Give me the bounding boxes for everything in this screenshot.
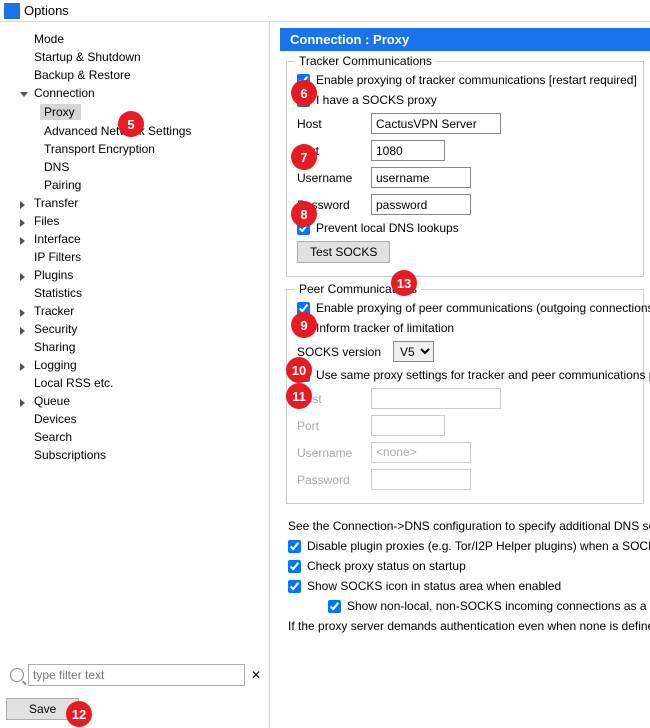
nav-files[interactable]: Files — [14, 212, 265, 230]
nav-queue[interactable]: Queue — [14, 392, 265, 410]
lbl-socks-ver: SOCKS version — [297, 345, 381, 359]
callout-9: 9 — [291, 312, 317, 338]
filter-row: ✕ — [4, 658, 265, 692]
nav-transfer[interactable]: Transfer — [14, 194, 265, 212]
nav-security[interactable]: Security — [14, 320, 265, 338]
extra-section: See the Connection->DNS configuration to… — [280, 516, 650, 636]
peer-group: Peer Communications Enable proxying of p… — [286, 289, 644, 504]
nav-plugins[interactable]: Plugins — [14, 266, 265, 284]
titlebar: Options — [0, 0, 650, 22]
lbl-username: Username — [297, 171, 365, 185]
nav-devices[interactable]: Devices — [14, 410, 265, 428]
callout-8: 8 — [291, 201, 317, 227]
app-icon — [4, 3, 20, 19]
callout-5: 5 — [118, 111, 144, 137]
nav-startup[interactable]: Startup & Shutdown — [14, 48, 265, 66]
callout-11: 11 — [286, 383, 312, 409]
nav-search[interactable]: Search — [14, 428, 265, 446]
chk-disable-plugin[interactable] — [288, 540, 301, 553]
chk-show-nonlocal[interactable] — [328, 600, 341, 613]
lbl-check-startup: Check proxy status on startup — [307, 559, 466, 573]
tracker-group: Tracker Communications Enable proxying o… — [286, 61, 644, 277]
lbl-show-icon: Show SOCKS icon in status area when enab… — [307, 579, 561, 593]
nav-connection[interactable]: Connection — [14, 84, 265, 102]
nav-dns[interactable]: DNS — [14, 158, 265, 176]
tracker-group-title: Tracker Communications — [295, 54, 436, 68]
filter-input[interactable] — [28, 664, 245, 686]
callout-13: 13 — [391, 270, 417, 296]
nav-interface[interactable]: Interface — [14, 230, 265, 248]
lbl-enable-peer-proxy: Enable proxying of peer communications (… — [316, 301, 650, 315]
select-socks-ver[interactable]: V5 — [393, 341, 434, 362]
input-username[interactable] — [371, 167, 471, 188]
page-title: Connection : Proxy — [280, 28, 650, 51]
input-password[interactable] — [371, 194, 471, 215]
nav-backup[interactable]: Backup & Restore — [14, 66, 265, 84]
window-title: Options — [24, 3, 69, 18]
nav-pairing[interactable]: Pairing — [14, 176, 265, 194]
note-auth: If the proxy server demands authenticati… — [288, 616, 642, 636]
content-pane: Connection : Proxy Tracker Communication… — [270, 22, 650, 728]
lbl-enable-tracker-proxy: Enable proxying of tracker communication… — [316, 73, 637, 87]
callout-6: 6 — [291, 80, 317, 106]
lbl-disable-plugin: Disable plugin proxies (e.g. Tor/I2P Hel… — [307, 539, 650, 553]
test-socks-button[interactable]: Test SOCKS — [297, 241, 390, 263]
nav-tracker[interactable]: Tracker — [14, 302, 265, 320]
nav-transport-enc[interactable]: Transport Encryption — [14, 140, 265, 158]
callout-10: 10 — [286, 357, 312, 383]
lbl-have-socks: I have a SOCKS proxy — [316, 93, 437, 107]
nav-subscriptions[interactable]: Subscriptions — [14, 446, 265, 464]
lbl-same-settings: Use same proxy settings for tracker and … — [316, 368, 650, 382]
nav-ipfilters[interactable]: IP Filters — [14, 248, 265, 266]
chk-show-icon[interactable] — [288, 580, 301, 593]
nav-mode[interactable]: Mode — [14, 30, 265, 48]
nav-localrss[interactable]: Local RSS etc. — [14, 374, 265, 392]
input-peer-user: <none> — [371, 442, 471, 463]
note-dns: See the Connection->DNS configuration to… — [288, 516, 642, 536]
lbl-peer-user: Username — [297, 446, 365, 460]
chk-check-startup[interactable] — [288, 560, 301, 573]
callout-12: 12 — [66, 701, 92, 727]
input-port[interactable] — [371, 140, 445, 161]
clear-filter-icon[interactable]: ✕ — [249, 668, 263, 682]
lbl-host: Host — [297, 117, 365, 131]
nav-proxy-label: Proxy — [40, 104, 81, 120]
input-peer-pass — [371, 469, 471, 490]
input-peer-port — [371, 415, 445, 436]
search-icon — [10, 668, 24, 682]
nav-statistics[interactable]: Statistics — [14, 284, 265, 302]
nav-logging[interactable]: Logging — [14, 356, 265, 374]
lbl-prevent-dns: Prevent local DNS lookups — [316, 221, 459, 235]
nav-sharing[interactable]: Sharing — [14, 338, 265, 356]
lbl-show-nonlocal: Show non-local, non-SOCKS incoming conne… — [347, 599, 647, 613]
lbl-peer-pass: Password — [297, 473, 365, 487]
input-peer-host — [371, 388, 501, 409]
lbl-inform-tracker: Inform tracker of limitation — [316, 321, 454, 335]
callout-7: 7 — [291, 144, 317, 170]
main: Mode Startup & Shutdown Backup & Restore… — [0, 22, 650, 728]
input-host[interactable] — [371, 113, 501, 134]
lbl-peer-port: Port — [297, 419, 365, 433]
